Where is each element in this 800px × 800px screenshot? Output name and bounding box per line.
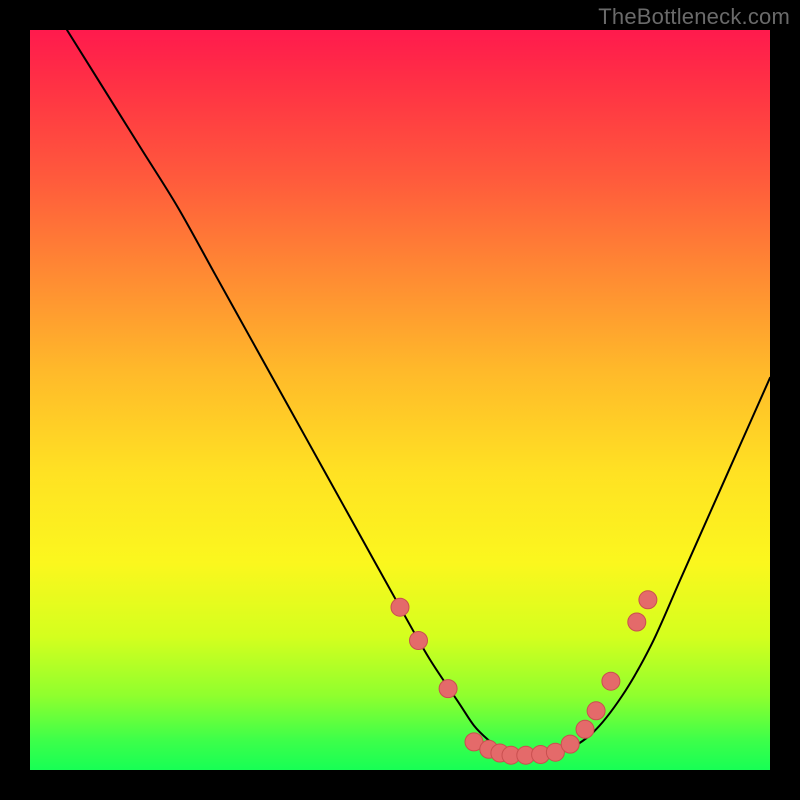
curve-marker bbox=[410, 632, 428, 650]
curve-marker bbox=[602, 672, 620, 690]
curve-marker bbox=[561, 735, 579, 753]
curve-marker bbox=[439, 680, 457, 698]
curve-marker bbox=[576, 720, 594, 738]
chart-stage: TheBottleneck.com bbox=[0, 0, 800, 800]
curve-marker bbox=[628, 613, 646, 631]
plot-area bbox=[30, 30, 770, 770]
watermark-text: TheBottleneck.com bbox=[598, 4, 790, 30]
curve-overlay bbox=[30, 30, 770, 770]
curve-marker bbox=[639, 591, 657, 609]
curve-marker bbox=[587, 702, 605, 720]
curve-markers bbox=[391, 591, 657, 764]
curve-marker bbox=[391, 598, 409, 616]
